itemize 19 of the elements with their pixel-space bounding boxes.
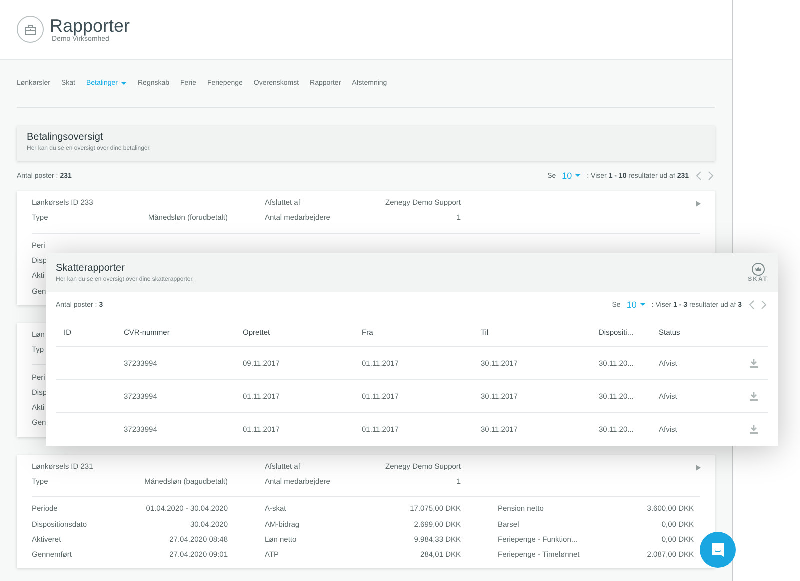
page-size-select[interactable]: 10: [626, 300, 646, 310]
dialog-title: Skatterapporter: [56, 262, 126, 274]
caret-icon: [121, 82, 127, 86]
download-icon[interactable]: [750, 424, 758, 434]
previous-page-icon[interactable]: [695, 171, 702, 181]
next-page-icon[interactable]: [708, 171, 715, 181]
briefcase-icon: [17, 16, 44, 43]
section-title: Betalingsoversigt: [27, 132, 104, 143]
page-title: Rapporter: [50, 16, 130, 36]
chat-icon: [710, 542, 726, 558]
caret-icon: [640, 303, 646, 307]
download-icon[interactable]: [750, 392, 758, 400]
download-icon[interactable]: [750, 358, 758, 368]
crown-icon: [752, 262, 765, 276]
expand-icon[interactable]: [696, 201, 701, 207]
next-page-icon[interactable]: [761, 300, 768, 310]
expand-icon[interactable]: [696, 464, 701, 471]
caret-icon: [575, 174, 582, 178]
previous-page-icon[interactable]: [748, 300, 755, 310]
